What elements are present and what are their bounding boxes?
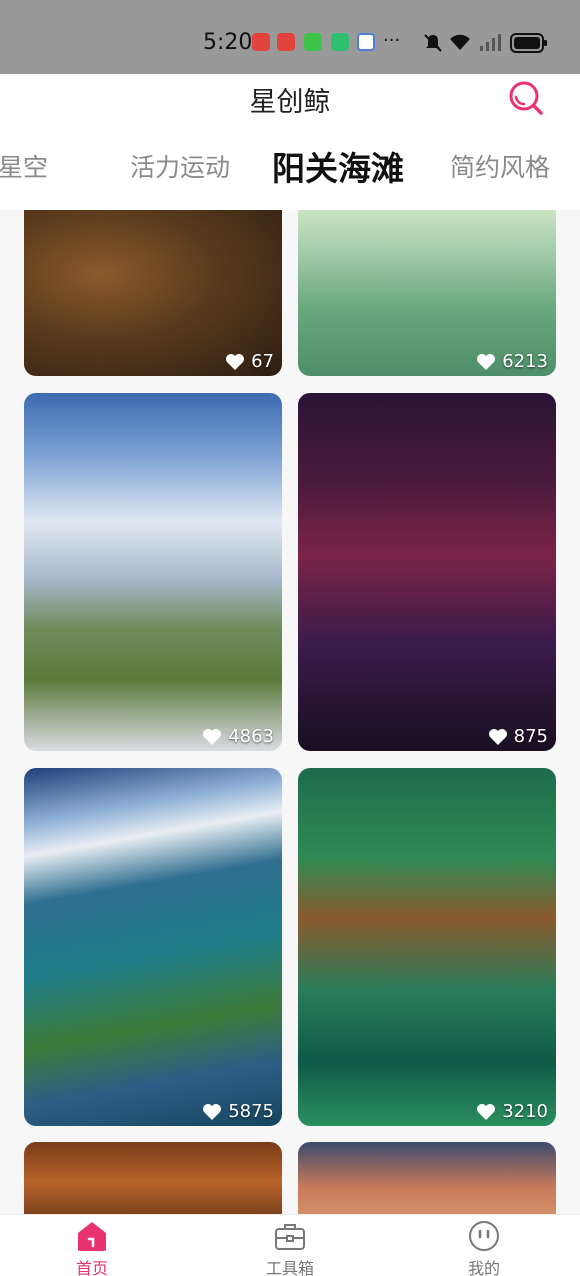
like-count: 875 — [488, 726, 548, 747]
like-count-value: 875 — [513, 726, 548, 747]
image-card-castle-village[interactable]: 67 — [24, 210, 282, 376]
profile-icon — [469, 1221, 499, 1251]
search-button[interactable] — [506, 78, 546, 118]
heart-icon — [488, 728, 507, 745]
nav-home[interactable]: 首页 — [47, 1219, 137, 1276]
status-bar: 5:20 ··· — [0, 0, 580, 74]
app-header: 星创鲸 — [0, 74, 580, 124]
image-card-sunset-clouds[interactable] — [298, 1142, 556, 1214]
like-count-value: 5875 — [228, 1101, 274, 1122]
image-card-forest-cabin[interactable]: 3210 — [298, 768, 556, 1126]
more-notifications-icon: ··· — [383, 30, 401, 51]
heart-icon — [477, 353, 496, 370]
like-count: 3210 — [476, 1101, 548, 1122]
wifi-icon — [450, 34, 470, 50]
wechat-icon — [304, 33, 322, 51]
image-card-coastline[interactable]: 5875 — [24, 768, 282, 1126]
mute-icon — [424, 34, 442, 52]
battery-icon — [510, 33, 547, 53]
heart-icon — [203, 728, 222, 745]
heart-icon — [203, 1103, 222, 1120]
signal-icon — [480, 34, 501, 51]
tab-sports[interactable]: 活力运动 — [130, 148, 230, 184]
tab-starry-sky[interactable]: 星空 — [0, 148, 48, 184]
nav-profile[interactable]: 我的 — [439, 1219, 529, 1276]
nav-profile-label: 我的 — [467, 1259, 500, 1276]
like-count: 4863 — [202, 726, 274, 747]
bottom-navigation: 首页 工具箱 我的 — [0, 1214, 580, 1276]
tab-minimal-style[interactable]: 简约风格 — [450, 148, 550, 184]
image-card-warm-interior[interactable] — [24, 1142, 282, 1214]
app-screen: 5:20 ··· 星创鲸 星空 活力运动 阳关海滩 简约风格 67 6213 4… — [0, 0, 580, 1276]
app-title: 星创鲸 — [249, 87, 331, 118]
like-count: 6213 — [476, 351, 548, 372]
like-count: 67 — [225, 351, 274, 372]
like-count-value: 3210 — [502, 1101, 548, 1122]
notification-app-icon — [277, 33, 295, 51]
like-count-value: 67 — [251, 351, 274, 372]
heart-icon — [477, 1103, 496, 1120]
image-feed[interactable]: 67 6213 4863 875 5875 3210 — [0, 210, 580, 1214]
notification-app-icon — [252, 33, 270, 51]
like-count-value: 6213 — [502, 351, 548, 372]
like-count: 5875 — [202, 1101, 274, 1122]
tab-sunny-beach[interactable]: 阳关海滩 — [272, 142, 404, 190]
search-icon — [509, 81, 543, 115]
image-card-lily-pond[interactable]: 6213 — [298, 210, 556, 376]
status-time: 5:20 — [203, 30, 253, 55]
like-count-value: 4863 — [228, 726, 274, 747]
image-card-snowy-mountain-cabin[interactable]: 4863 — [24, 393, 282, 751]
image-card-neon-alley[interactable]: 875 — [298, 393, 556, 751]
heart-icon — [226, 353, 245, 370]
nav-toolbox-label: 工具箱 — [265, 1259, 314, 1276]
home-icon — [78, 1222, 106, 1251]
nav-home-label: 首页 — [75, 1259, 108, 1276]
shield-app-icon — [331, 33, 349, 51]
nav-toolbox[interactable]: 工具箱 — [245, 1219, 335, 1276]
browser-app-icon — [357, 33, 375, 51]
toolbox-icon — [275, 1224, 305, 1250]
category-tabs: 星空 活力运动 阳关海滩 简约风格 — [0, 124, 580, 210]
